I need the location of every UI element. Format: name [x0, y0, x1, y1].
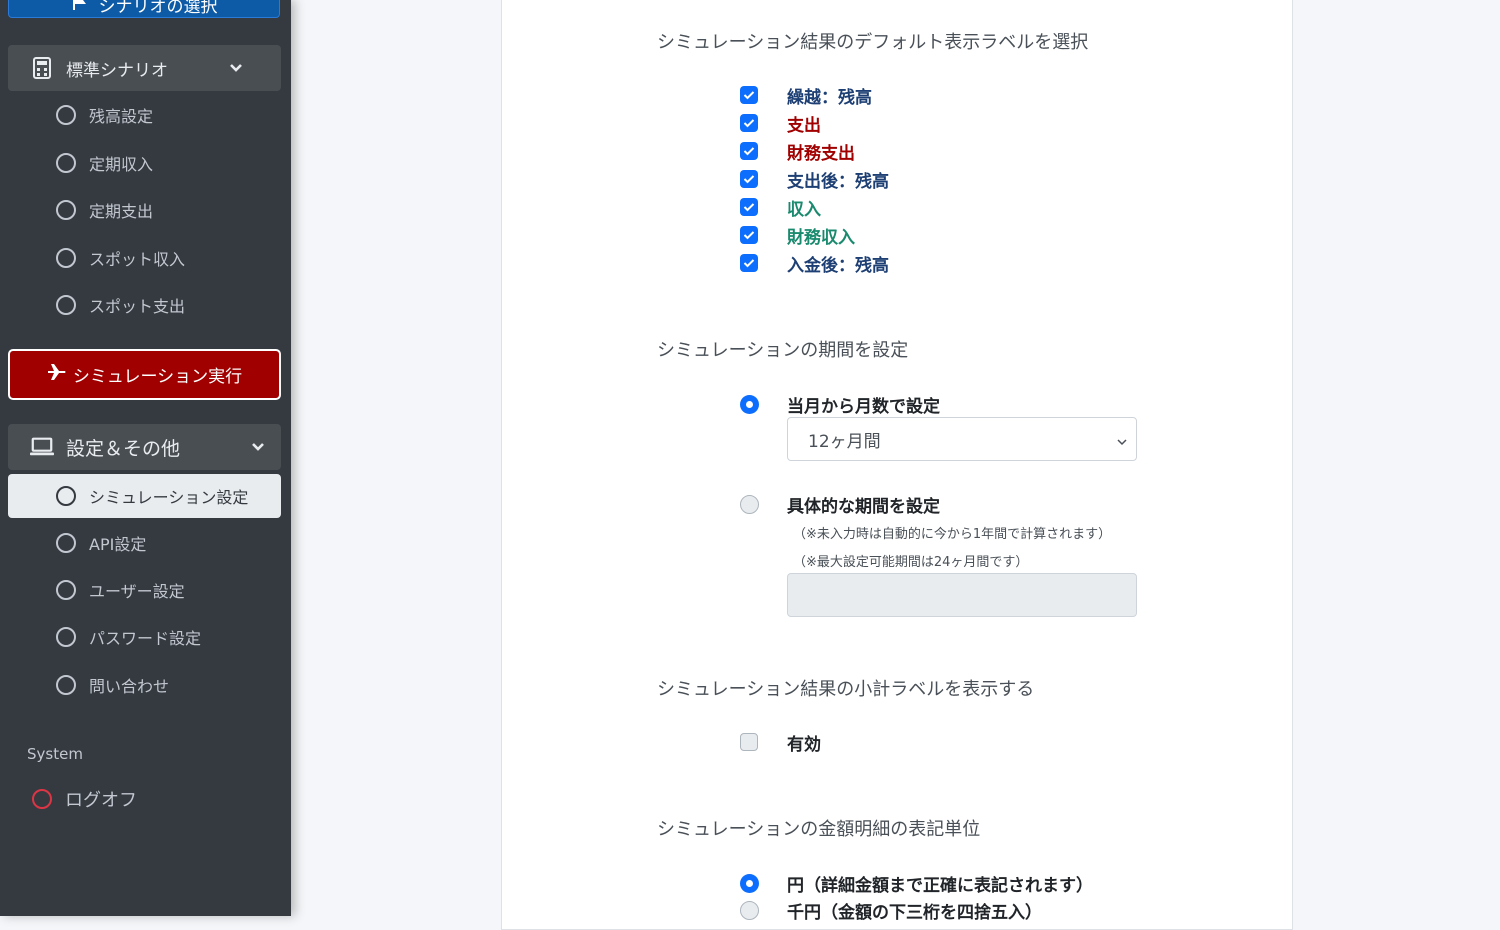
sidebar-item-label: 残高設定	[89, 107, 154, 126]
unit-section-title: シミュレーションの金額明細の表記単位	[657, 819, 981, 840]
circle-icon	[56, 200, 76, 220]
label-option-text: 財務収入	[787, 227, 855, 248]
sidebar-item-label: シミュレーション設定	[89, 488, 249, 507]
label-option-income[interactable]: 収入	[740, 196, 821, 220]
circle-icon	[56, 675, 76, 695]
checkbox[interactable]	[740, 226, 758, 244]
unit-option-yen[interactable]: 円（詳細金額まで正確に表記されます）	[740, 871, 1093, 896]
period-note-max: （※最大設定可能期間は24ヶ月間です）	[793, 555, 1029, 570]
circle-icon	[56, 295, 76, 315]
checkbox[interactable]	[740, 86, 758, 104]
period-note-default: （※未入力時は自動的に今から1年間で計算されます）	[793, 527, 1112, 542]
label-option-text: 収入	[787, 199, 821, 220]
sidebar-item-contact[interactable]: 問い合わせ	[8, 663, 281, 707]
checkbox[interactable]	[740, 170, 758, 188]
sidebar-item-simulation-settings[interactable]: シミュレーション設定	[8, 474, 281, 518]
circle-icon	[56, 533, 76, 553]
circle-icon	[56, 627, 76, 647]
checkbox[interactable]	[740, 733, 758, 751]
circle-icon	[56, 153, 76, 173]
sidebar-item-label: 定期支出	[89, 202, 154, 221]
checkbox[interactable]	[740, 198, 758, 216]
sidebar-item-balance[interactable]: 残高設定	[8, 93, 281, 137]
period-section-title: シミュレーションの期間を設定	[657, 340, 909, 361]
label-option-text: 入金後：残高	[787, 255, 889, 276]
radio-button[interactable]	[740, 874, 759, 893]
circle-icon	[56, 248, 76, 268]
run-simulation-button[interactable]: シミュレーション実行	[8, 349, 281, 400]
sidebar-item-label: スポット収入	[89, 250, 186, 269]
chevron-down-icon	[251, 439, 265, 459]
period-option-specific-label: 具体的な期間を設定	[787, 497, 940, 517]
subtotal-enable-label: 有効	[787, 734, 821, 755]
circle-icon	[56, 580, 76, 600]
period-option-months[interactable]: 当月から月数で設定	[740, 392, 940, 417]
scenario-select-button[interactable]: シナリオの選択	[8, 0, 280, 18]
laptop-icon	[30, 437, 54, 457]
sidebar-item-regular-income[interactable]: 定期収入	[8, 141, 281, 185]
label-option-text: 支出後：残高	[787, 171, 889, 192]
sidebar-item-regular-expense[interactable]: 定期支出	[8, 188, 281, 232]
label-option-after-expense-balance[interactable]: 支出後：残高	[740, 168, 889, 192]
radio-button[interactable]	[740, 901, 759, 920]
checkbox[interactable]	[740, 114, 758, 132]
sidebar-item-password-settings[interactable]: パスワード設定	[8, 615, 281, 659]
sidebar-item-spot-income[interactable]: スポット収入	[8, 236, 281, 280]
scenario-select-label: シナリオの選択	[98, 0, 218, 17]
sidebar-item-user-settings[interactable]: ユーザー設定	[8, 568, 281, 612]
months-select-value: 12ヶ月間	[808, 431, 881, 452]
sidebar-item-label: 問い合わせ	[89, 677, 170, 696]
circle-icon	[32, 789, 52, 809]
sidebar-item-api-settings[interactable]: API設定	[8, 521, 281, 565]
sidebar-item-label: ユーザー設定	[89, 582, 185, 601]
unit-option-yen-label: 円（詳細金額まで正確に表記されます）	[787, 876, 1093, 896]
specific-period-input[interactable]	[787, 573, 1137, 617]
subtotal-enable-option[interactable]: 有効	[740, 731, 821, 755]
logoff-label: ログオフ	[65, 790, 137, 811]
label-option-financial-expense[interactable]: 財務支出	[740, 140, 855, 164]
sidebar-item-label: 定期収入	[89, 155, 154, 174]
settings-header[interactable]: 設定＆その他	[8, 424, 281, 470]
period-option-months-label: 当月から月数で設定	[787, 397, 940, 417]
label-option-after-deposit-balance[interactable]: 入金後：残高	[740, 252, 889, 276]
chevron-down-icon	[229, 60, 243, 80]
unit-option-thousand[interactable]: 千円（金額の下三桁を四捨五入）	[740, 898, 1042, 923]
sidebar-item-label: API設定	[89, 535, 147, 554]
circle-icon	[56, 486, 76, 506]
plane-icon	[47, 362, 67, 387]
system-header: System	[27, 745, 83, 763]
label-option-expense[interactable]: 支出	[740, 112, 821, 136]
labels-section-title: シミュレーション結果のデフォルト表示ラベルを選択	[657, 32, 1089, 53]
flag-icon	[71, 0, 89, 16]
sidebar-item-label: パスワード設定	[89, 629, 202, 648]
circle-icon	[56, 105, 76, 125]
sidebar-item-label: スポット支出	[89, 297, 186, 316]
label-option-carryover[interactable]: 繰越：残高	[740, 84, 872, 108]
radio-button[interactable]	[740, 495, 759, 514]
label-option-text: 財務支出	[787, 143, 855, 164]
calculator-icon	[30, 57, 54, 79]
months-select[interactable]: 12ヶ月間	[787, 417, 1137, 461]
logoff-link[interactable]: ログオフ	[32, 786, 137, 812]
radio-button[interactable]	[740, 395, 759, 414]
chevron-down-icon	[1116, 433, 1128, 453]
sidebar-item-spot-expense[interactable]: スポット支出	[8, 283, 281, 327]
unit-option-thousand-label: 千円（金額の下三桁を四捨五入）	[787, 903, 1042, 923]
label-option-text: 繰越：残高	[787, 87, 872, 108]
checkbox[interactable]	[740, 142, 758, 160]
subtotal-section-title: シミュレーション結果の小計ラベルを表示する	[657, 679, 1035, 700]
label-option-financial-income[interactable]: 財務収入	[740, 224, 855, 248]
run-simulation-label: シミュレーション実行	[72, 367, 243, 387]
sidebar: シナリオの選択 標準シナリオ 残高設定 定期収入 定期支出 スポット収入 スポッ…	[0, 0, 291, 916]
period-option-specific[interactable]: 具体的な期間を設定	[740, 492, 940, 517]
standard-scenario-label: 標準シナリオ	[66, 60, 168, 81]
checkbox[interactable]	[740, 254, 758, 272]
settings-card	[501, 0, 1293, 930]
label-option-text: 支出	[787, 115, 821, 136]
settings-label: 設定＆その他	[66, 437, 181, 460]
standard-scenario-header[interactable]: 標準シナリオ	[8, 45, 281, 91]
